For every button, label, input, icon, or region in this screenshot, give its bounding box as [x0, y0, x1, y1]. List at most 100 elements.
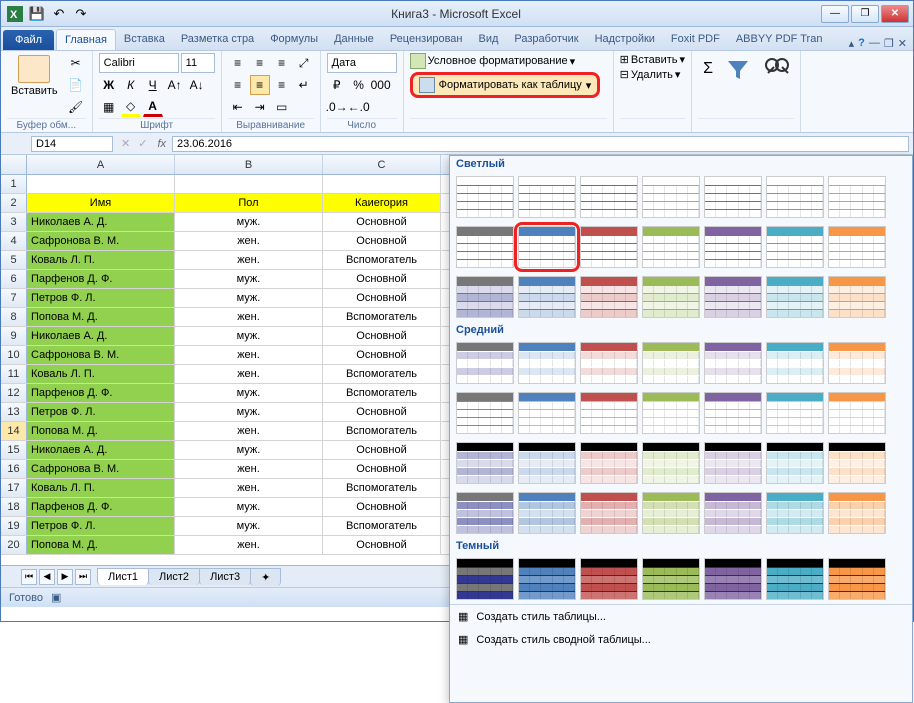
table-style-swatch[interactable]: [828, 492, 886, 534]
decrease-indent-icon[interactable]: ⇤: [228, 97, 248, 117]
row-header[interactable]: 13: [1, 403, 27, 421]
table-style-swatch[interactable]: [766, 558, 824, 600]
formula-bar[interactable]: 23.06.2016: [172, 136, 909, 152]
macro-record-icon[interactable]: ▣: [51, 591, 61, 604]
cell[interactable]: Парфенов Д. Ф.: [27, 270, 175, 288]
table-style-swatch[interactable]: [456, 276, 514, 318]
table-style-swatch[interactable]: [456, 226, 514, 268]
cell[interactable]: жен.: [175, 460, 323, 478]
row-header[interactable]: 14: [1, 422, 27, 440]
font-size-combo[interactable]: 11: [181, 53, 215, 73]
autosum-icon[interactable]: Σ: [698, 59, 718, 79]
align-top-icon[interactable]: ≡: [228, 53, 248, 73]
table-style-swatch[interactable]: [704, 226, 762, 268]
cell[interactable]: муж.: [175, 517, 323, 535]
sheet-tab[interactable]: Лист3: [199, 568, 251, 585]
table-style-swatch[interactable]: [456, 492, 514, 534]
cut-icon[interactable]: ✂: [66, 53, 86, 73]
cell[interactable]: муж.: [175, 327, 323, 345]
cell[interactable]: Коваль Л. П.: [27, 251, 175, 269]
cell[interactable]: жен.: [175, 232, 323, 250]
cell[interactable]: Парфенов Д. Ф.: [27, 498, 175, 516]
table-style-swatch[interactable]: [580, 176, 638, 218]
table-style-swatch[interactable]: [704, 392, 762, 434]
help-icon[interactable]: ?: [858, 37, 865, 50]
table-style-swatch[interactable]: [766, 442, 824, 484]
cell[interactable]: Коваль Л. П.: [27, 479, 175, 497]
decrease-decimal-icon[interactable]: ←.0: [349, 97, 369, 117]
increase-font-icon[interactable]: A↑: [165, 75, 185, 95]
ribbon-tab[interactable]: Рецензирован: [382, 29, 471, 50]
row-header[interactable]: 18: [1, 498, 27, 516]
table-style-swatch[interactable]: [580, 276, 638, 318]
cell[interactable]: Основной: [323, 536, 441, 554]
cell[interactable]: муж.: [175, 441, 323, 459]
cell[interactable]: Коваль Л. П.: [27, 365, 175, 383]
minimize-ribbon-icon[interactable]: ▴: [849, 37, 855, 50]
sheet-tab[interactable]: Лист1: [97, 568, 149, 585]
table-style-swatch[interactable]: [766, 176, 824, 218]
row-header[interactable]: 10: [1, 346, 27, 364]
row-header[interactable]: 5: [1, 251, 27, 269]
sort-filter-button[interactable]: [720, 53, 756, 85]
cell[interactable]: Основной: [323, 498, 441, 516]
table-style-swatch[interactable]: [704, 276, 762, 318]
cell[interactable]: Николаев А. Д.: [27, 213, 175, 231]
minimize-button[interactable]: —: [821, 5, 849, 23]
table-style-swatch[interactable]: [642, 276, 700, 318]
table-style-swatch[interactable]: [518, 442, 576, 484]
table-style-swatch[interactable]: [828, 392, 886, 434]
col-header-B[interactable]: B: [175, 155, 323, 174]
insert-cells-button[interactable]: ⊞ Вставить ▾: [620, 53, 685, 66]
table-style-swatch[interactable]: [828, 342, 886, 384]
cell[interactable]: Основной: [323, 232, 441, 250]
orientation-icon[interactable]: ⤢: [294, 53, 314, 73]
cell[interactable]: муж.: [175, 213, 323, 231]
cell[interactable]: муж.: [175, 384, 323, 402]
cell[interactable]: Основной: [323, 327, 441, 345]
format-as-table-button[interactable]: Форматировать как таблицу ▾: [410, 72, 601, 98]
row-header[interactable]: 19: [1, 517, 27, 535]
cell[interactable]: Петров Ф. Л.: [27, 517, 175, 535]
table-style-swatch[interactable]: [518, 492, 576, 534]
table-style-swatch[interactable]: [828, 442, 886, 484]
table-style-swatch[interactable]: [580, 442, 638, 484]
cell[interactable]: Парфенов Д. Ф.: [27, 384, 175, 402]
cell[interactable]: Вспомогатель: [323, 479, 441, 497]
cell[interactable]: жен.: [175, 536, 323, 554]
cell[interactable]: жен.: [175, 479, 323, 497]
conditional-formatting-button[interactable]: Условное форматирование ▾: [410, 53, 601, 69]
font-name-combo[interactable]: Calibri: [99, 53, 179, 73]
cell[interactable]: жен.: [175, 422, 323, 440]
cell[interactable]: Вспомогатель: [323, 308, 441, 326]
header-cell[interactable]: Имя: [27, 194, 175, 212]
table-style-swatch[interactable]: [518, 276, 576, 318]
header-cell[interactable]: Пол: [175, 194, 323, 212]
cell[interactable]: Основной: [323, 441, 441, 459]
col-header-C[interactable]: C: [323, 155, 441, 174]
table-style-swatch[interactable]: [518, 392, 576, 434]
cell[interactable]: Николаев А. Д.: [27, 441, 175, 459]
cell[interactable]: Основной: [323, 403, 441, 421]
cell[interactable]: Попова М. Д.: [27, 536, 175, 554]
cell[interactable]: Николаев А. Д.: [27, 327, 175, 345]
table-style-swatch[interactable]: [704, 176, 762, 218]
doc-restore-icon[interactable]: ❐: [884, 37, 894, 50]
ribbon-tab[interactable]: Надстройки: [587, 29, 663, 50]
cell[interactable]: Вспомогатель: [323, 422, 441, 440]
row-header[interactable]: 6: [1, 270, 27, 288]
table-style-swatch[interactable]: [766, 392, 824, 434]
row-header[interactable]: 11: [1, 365, 27, 383]
cell[interactable]: Петров Ф. Л.: [27, 289, 175, 307]
table-style-swatch[interactable]: [828, 276, 886, 318]
table-style-swatch[interactable]: [642, 392, 700, 434]
table-style-swatch[interactable]: [642, 226, 700, 268]
cell[interactable]: Вспомогатель: [323, 251, 441, 269]
table-style-swatch[interactable]: [766, 226, 824, 268]
table-style-swatch[interactable]: [704, 442, 762, 484]
align-bottom-icon[interactable]: ≡: [272, 53, 292, 73]
enter-formula-icon[interactable]: ✓: [134, 137, 151, 150]
fx-icon[interactable]: fx: [151, 138, 172, 150]
new-table-style-button[interactable]: ▦Создать стиль таблицы...: [450, 605, 912, 628]
cell[interactable]: Сафронова В. М.: [27, 346, 175, 364]
